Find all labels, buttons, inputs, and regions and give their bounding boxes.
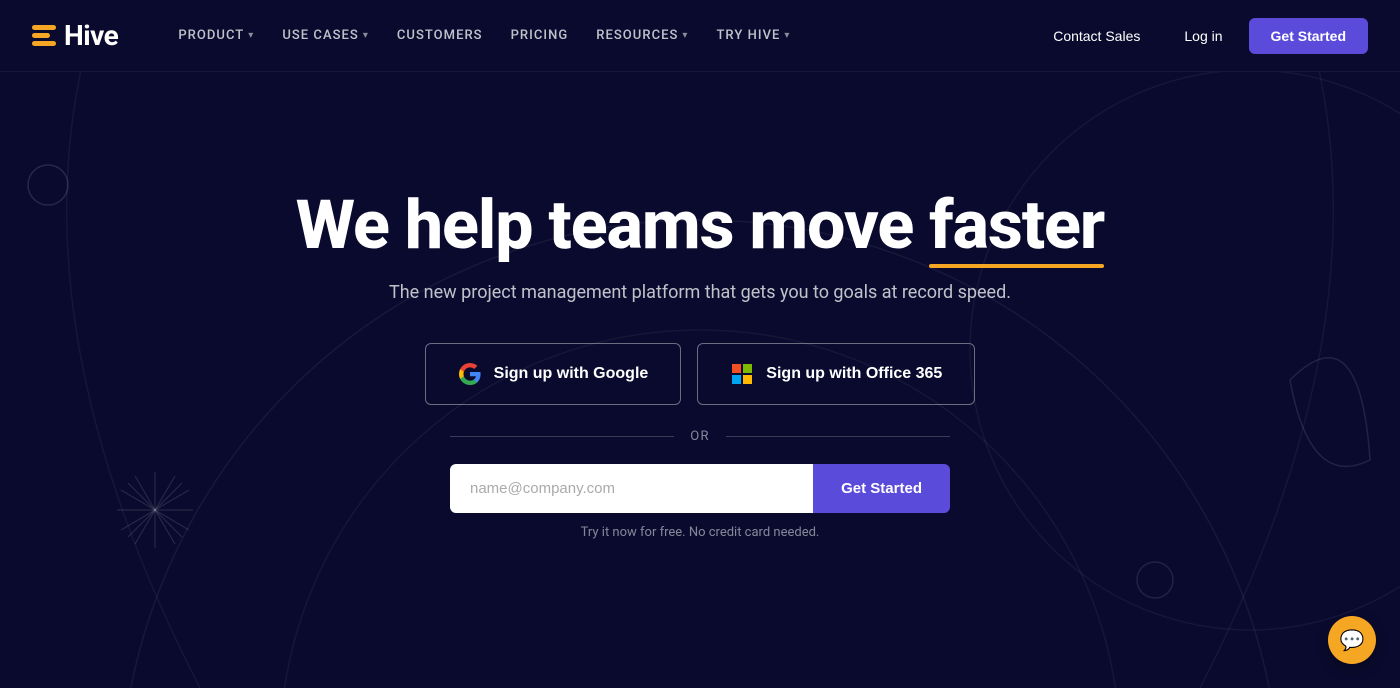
nav-item-resources[interactable]: RESOURCES ▾ [584, 20, 700, 51]
trial-text: Try it now for free. No credit card need… [581, 525, 820, 540]
navbar: Hive PRODUCT ▾ USE CASES ▾ CUSTOMERS PRI… [0, 0, 1400, 72]
chat-bubble[interactable]: 💬 [1328, 616, 1376, 664]
hero-subtitle: The new project management platform that… [389, 282, 1011, 303]
chevron-down-icon: ▾ [363, 30, 369, 41]
logo[interactable]: Hive [32, 19, 118, 52]
office365-icon [730, 362, 754, 386]
logo-text: Hive [64, 19, 118, 52]
chat-icon: 💬 [1340, 628, 1365, 652]
get-started-email-button[interactable]: Get Started [813, 464, 950, 513]
chevron-down-icon: ▾ [682, 30, 688, 41]
login-button[interactable]: Log in [1166, 20, 1240, 52]
logo-bar-1 [32, 25, 56, 30]
hero-title: We help teams move faster [296, 188, 1105, 263]
signup-buttons: Sign up with Google Sign up with Office … [425, 343, 976, 405]
email-row: Get Started [450, 464, 950, 513]
nav-item-customers[interactable]: CUSTOMERS [385, 20, 495, 51]
navbar-left: Hive PRODUCT ▾ USE CASES ▾ CUSTOMERS PRI… [32, 19, 802, 52]
hero-title-underlined: faster [929, 188, 1104, 263]
chevron-down-icon: ▾ [248, 30, 254, 41]
logo-bar-2 [32, 33, 50, 38]
or-line-right [726, 436, 950, 437]
email-input[interactable] [450, 464, 813, 513]
google-icon [458, 362, 482, 386]
or-text: OR [690, 429, 710, 444]
nav-item-use-cases[interactable]: USE CASES ▾ [270, 20, 381, 51]
hero-content: We help teams move faster The new projec… [296, 188, 1105, 541]
nav-item-pricing[interactable]: PRICING [499, 20, 581, 51]
hero-section: We help teams move faster The new projec… [0, 0, 1400, 688]
nav-item-product[interactable]: PRODUCT ▾ [166, 20, 266, 51]
google-signup-button[interactable]: Sign up with Google [425, 343, 682, 405]
or-divider: OR [450, 429, 950, 444]
logo-bar-3 [32, 41, 56, 46]
nav-item-try-hive[interactable]: TRY HIVE ▾ [704, 20, 802, 51]
contact-sales-button[interactable]: Contact Sales [1035, 20, 1158, 52]
navbar-right: Contact Sales Log in Get Started [1035, 18, 1368, 54]
office365-signup-button[interactable]: Sign up with Office 365 [697, 343, 975, 405]
chevron-down-icon: ▾ [784, 30, 790, 41]
nav-links: PRODUCT ▾ USE CASES ▾ CUSTOMERS PRICING … [166, 20, 802, 51]
logo-icon [32, 25, 56, 46]
get-started-nav-button[interactable]: Get Started [1249, 18, 1368, 54]
or-line-left [450, 436, 674, 437]
